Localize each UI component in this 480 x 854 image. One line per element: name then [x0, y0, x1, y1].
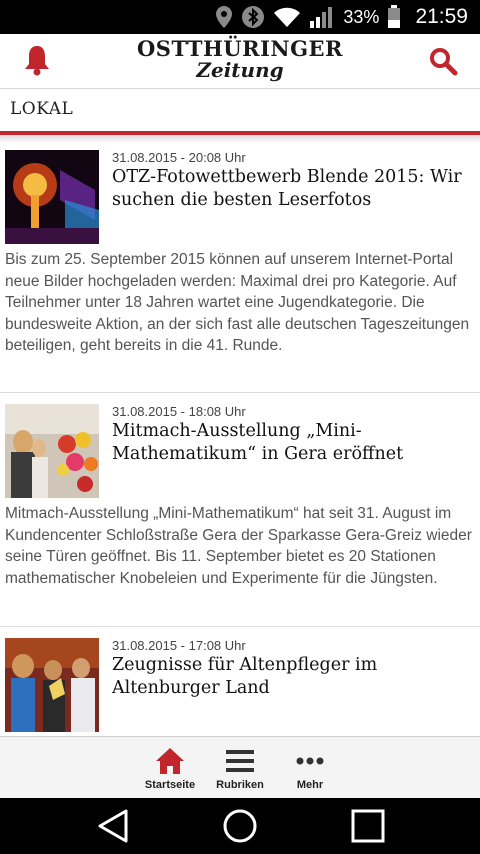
- article-title[interactable]: Mitmach-Ausstellung „Mini-Mathematikum“ …: [112, 420, 467, 466]
- search-icon[interactable]: [428, 46, 458, 76]
- section-header: LOKAL: [0, 89, 480, 131]
- battery-percent: 33%: [343, 6, 380, 27]
- wifi-icon: [274, 7, 301, 27]
- nav-rubriken[interactable]: Rubriken: [205, 737, 275, 799]
- article-divider: [0, 626, 480, 627]
- article-divider: [0, 392, 480, 393]
- newspaper-logo[interactable]: OSTTHÜRINGER Zeitung: [120, 38, 360, 80]
- nav-label: Startseite: [144, 779, 196, 791]
- home-circle-icon[interactable]: [222, 808, 258, 844]
- location-icon: [216, 6, 233, 28]
- article-image: [5, 150, 99, 244]
- article-date: 31.08.2015 - 20:08 Uhr: [112, 150, 246, 165]
- system-navigation-bar: [0, 798, 480, 854]
- status-icons: 33% 21:59: [215, 0, 468, 34]
- nav-mehr[interactable]: Mehr: [275, 737, 345, 799]
- article-title[interactable]: Zeugnisse für Altenpfleger im Altenburge…: [112, 654, 467, 700]
- more-icon: [296, 757, 324, 765]
- logo-line-2: Zeitung: [196, 58, 284, 82]
- article-image: [5, 404, 99, 498]
- status-bar: 33% 21:59: [0, 0, 480, 34]
- battery-icon: [388, 5, 401, 28]
- article-date: 31.08.2015 - 17:08 Uhr: [112, 638, 246, 653]
- section-title: LOKAL: [10, 99, 74, 119]
- bell-icon[interactable]: [22, 44, 52, 76]
- app-bar: OSTTHÜRINGER Zeitung: [0, 34, 480, 89]
- article-teaser: Mitmach-Ausstellung „Mini-Mathematikum“ …: [5, 505, 472, 587]
- bluetooth-icon: [242, 6, 265, 28]
- section-shadow: [0, 135, 480, 143]
- article-image: [5, 638, 99, 732]
- article-card[interactable]: 31.08.2015 - 20:08 Uhr OTZ-Fotowettbewer…: [0, 150, 480, 390]
- article-teaser: Bis zum 25. September 2015 können auf un…: [5, 251, 470, 354]
- article-date: 31.08.2015 - 18:08 Uhr: [112, 404, 246, 419]
- home-icon: [156, 748, 184, 774]
- recents-icon[interactable]: [350, 808, 386, 844]
- article-title[interactable]: OTZ-Fotowettbewerb Blende 2015: Wir such…: [112, 166, 467, 212]
- back-icon[interactable]: [96, 808, 132, 844]
- menu-icon: [226, 750, 254, 772]
- article-card[interactable]: 31.08.2015 - 17:08 Uhr Zeugnisse für Alt…: [0, 638, 480, 736]
- nav-startseite[interactable]: Startseite: [135, 737, 205, 799]
- bottom-navigation: Startseite Rubriken Mehr: [0, 736, 480, 799]
- clock: 21:59: [415, 5, 468, 28]
- logo-line-1: OSTTHÜRINGER: [137, 36, 343, 61]
- signal-icon: [310, 7, 333, 28]
- nav-label: Rubriken: [216, 779, 264, 791]
- article-card[interactable]: 31.08.2015 - 18:08 Uhr Mitmach-Ausstellu…: [0, 404, 480, 624]
- nav-label: Mehr: [296, 779, 324, 791]
